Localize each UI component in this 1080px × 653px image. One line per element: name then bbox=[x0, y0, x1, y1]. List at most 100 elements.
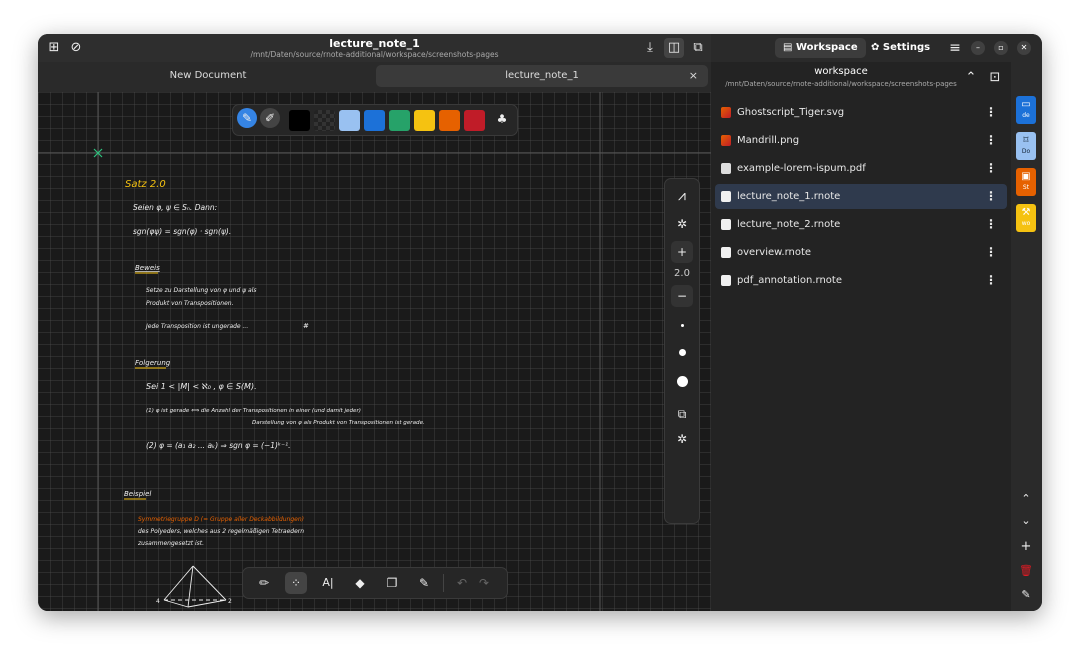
brush-icon[interactable]: ✏ bbox=[253, 572, 275, 594]
divider bbox=[443, 574, 444, 592]
color-swatch[interactable] bbox=[414, 110, 435, 131]
file-row[interactable]: Ghostscript_Tiger.svg ⋮ bbox=[715, 100, 1007, 125]
undo-icon[interactable]: ↶ bbox=[451, 572, 473, 594]
workspace-button-do[interactable]: ⌑ Do bbox=[1016, 132, 1036, 160]
workspace-icon: ⌑ bbox=[1023, 135, 1029, 146]
workspace-button-de[interactable]: ▭ de bbox=[1016, 96, 1036, 124]
split-view-icon[interactable]: ◫ bbox=[664, 38, 684, 58]
workspace-abbr: wo bbox=[1021, 220, 1031, 227]
color-swatch[interactable] bbox=[389, 110, 410, 131]
file-name: example-lorem-ispum.pdf bbox=[737, 163, 866, 174]
eraser-icon[interactable]: ◆ bbox=[349, 572, 371, 594]
file-row[interactable]: example-lorem-ispum.pdf ⋮ bbox=[715, 156, 1007, 181]
tab-new-document[interactable]: New Document bbox=[42, 65, 374, 87]
selector-icon[interactable]: ❐ bbox=[381, 572, 403, 594]
redo-icon[interactable]: ↷ bbox=[473, 572, 495, 594]
typewriter-icon[interactable]: A| bbox=[317, 572, 339, 594]
tab-lecture-note-1[interactable]: lecture_note_1 × bbox=[376, 65, 708, 87]
download-icon[interactable]: ⤓ bbox=[642, 40, 658, 56]
file-menu-icon[interactable]: ⋮ bbox=[985, 212, 997, 237]
chevron-up-icon[interactable]: ⌃ bbox=[963, 70, 979, 86]
workspace-icon: ▭ bbox=[1021, 99, 1031, 110]
width-increase-button[interactable]: + bbox=[671, 241, 693, 263]
file-row[interactable]: lecture_note_1.rnote ⋮ bbox=[715, 184, 1007, 209]
workspace-name: workspace bbox=[814, 66, 868, 77]
color-swatch[interactable] bbox=[314, 110, 335, 131]
file-menu-icon[interactable]: ⋮ bbox=[985, 268, 997, 293]
width-small-dot[interactable] bbox=[681, 324, 684, 327]
maximize-icon[interactable]: ▫ bbox=[994, 41, 1008, 55]
workspace-button-st[interactable]: ▣ St bbox=[1016, 168, 1036, 196]
rnote-file-icon bbox=[721, 275, 731, 286]
width-large-dot[interactable] bbox=[677, 376, 688, 387]
headerbar: ⊞ ⊘ lecture_note_1 /mnt/Daten/source/rno… bbox=[38, 34, 711, 62]
new-document-icon[interactable]: ⊞ bbox=[46, 40, 62, 56]
shape-select-icon[interactable]: ⧉ bbox=[671, 403, 693, 425]
image-file-icon bbox=[721, 135, 731, 146]
file-row[interactable]: Mandrill.png ⋮ bbox=[715, 128, 1007, 153]
file-menu-icon[interactable]: ⋮ bbox=[985, 156, 997, 181]
file-menu-icon[interactable]: ⋮ bbox=[985, 100, 997, 125]
pen-style-bar: ✎ ✐ ♣ bbox=[232, 104, 518, 136]
workspace-abbr: Do bbox=[1021, 148, 1031, 155]
zoom-page-icon[interactable]: ⧉ bbox=[690, 40, 706, 56]
note-line: des Polyeders, welches aus 2 regelmäßige… bbox=[138, 528, 304, 535]
color-swatch[interactable] bbox=[364, 110, 385, 131]
delete-workspace-icon[interactable]: 🗑 bbox=[1016, 562, 1036, 580]
edit-workspace-icon[interactable]: ✎ bbox=[1016, 586, 1036, 604]
add-workspace-icon[interactable]: + bbox=[1016, 538, 1036, 556]
settings-button[interactable]: ✿ Settings bbox=[863, 38, 938, 58]
pen-shape-icon[interactable]: ⩘ bbox=[671, 185, 693, 207]
workspace-icon: ⚒ bbox=[1021, 207, 1031, 218]
file-name: pdf_annotation.rnote bbox=[737, 275, 842, 286]
color-swatch[interactable] bbox=[339, 110, 360, 131]
move-up-icon[interactable]: ⌃ bbox=[1016, 490, 1036, 508]
color-swatch[interactable] bbox=[439, 110, 460, 131]
file-name: lecture_note_1.rnote bbox=[737, 191, 841, 202]
stroke-width-value: 2.0 bbox=[674, 268, 690, 279]
note-line: Symmetriegruppe D (= Gruppe aller Deckab… bbox=[138, 516, 304, 523]
handwritten-note: Satz 2.0 Seien φ, ψ ∈ Sₙ. Dann: sgn(φψ) … bbox=[38, 92, 711, 611]
bottom-toolbar: ✏ ⁘ A| ◆ ❐ ✎ ↶ ↷ bbox=[242, 567, 508, 599]
workspace-abbr: de bbox=[1022, 112, 1030, 119]
menu-icon[interactable]: ≡ bbox=[947, 40, 963, 56]
workspace-settings-icon[interactable]: ⊡ bbox=[987, 70, 1003, 86]
eye-off-icon[interactable]: ⊘ bbox=[68, 40, 84, 56]
drawing-canvas[interactable]: Satz 2.0 Seien φ, ψ ∈ Sₙ. Dann: sgn(φψ) … bbox=[38, 92, 711, 611]
shaper-icon[interactable]: ⁘ bbox=[285, 572, 307, 594]
width-medium-dot[interactable] bbox=[679, 349, 686, 356]
note-line: Seien φ, ψ ∈ Sₙ. Dann: bbox=[133, 203, 217, 212]
note-line: Jede Transposition ist ungerade ... bbox=[145, 323, 248, 330]
file-row[interactable]: lecture_note_2.rnote ⋮ bbox=[715, 212, 1007, 237]
workspace-button-wo[interactable]: ⚒ wo bbox=[1016, 204, 1036, 232]
close-icon[interactable]: ✕ bbox=[1017, 41, 1031, 55]
note-line: Sei 1 < |M| < ℵ₀ , φ ∈ S(M). bbox=[146, 382, 257, 391]
app-window: ⊞ ⊘ lecture_note_1 /mnt/Daten/source/rno… bbox=[38, 34, 1042, 611]
gear-icon: ✿ bbox=[871, 42, 883, 53]
brush-style-icon[interactable]: ✎ bbox=[237, 108, 257, 128]
workspace-button[interactable]: ▤ Workspace bbox=[775, 38, 866, 58]
note-line: sgn(φψ) = sgn(φ) · sgn(ψ). bbox=[133, 227, 231, 236]
file-row[interactable]: overview.rnote ⋮ bbox=[715, 240, 1007, 265]
file-menu-icon[interactable]: ⋮ bbox=[985, 128, 997, 153]
file-menu-icon[interactable]: ⋮ bbox=[985, 184, 997, 209]
color-picker-icon[interactable]: ♣ bbox=[491, 108, 513, 130]
sidebar-headerbar: ▤ Workspace ✿ Settings ≡ – ▫ ✕ bbox=[711, 34, 1042, 62]
tab-close-icon[interactable]: × bbox=[689, 65, 698, 87]
pen-settings-icon[interactable]: ✲ bbox=[671, 213, 693, 235]
file-name: overview.rnote bbox=[737, 247, 812, 258]
tools-icon[interactable]: ✎ bbox=[413, 572, 435, 594]
color-swatch[interactable] bbox=[289, 110, 310, 131]
minimize-icon[interactable]: – bbox=[971, 41, 985, 55]
file-row[interactable]: pdf_annotation.rnote ⋮ bbox=[715, 268, 1007, 293]
workspace-abbr: St bbox=[1022, 184, 1030, 191]
workspace-path: /mnt/Daten/source/rnote-additional/works… bbox=[725, 80, 957, 88]
file-menu-icon[interactable]: ⋮ bbox=[985, 240, 997, 265]
note-line: (1) φ ist gerade ⟺ die Anzahl der Transp… bbox=[146, 408, 361, 414]
move-down-icon[interactable]: ⌄ bbox=[1016, 512, 1036, 530]
tool-settings-icon[interactable]: ✲ bbox=[671, 428, 693, 450]
color-swatch[interactable] bbox=[464, 110, 485, 131]
marker-style-icon[interactable]: ✐ bbox=[260, 108, 280, 128]
svg-text:4: 4 bbox=[156, 598, 160, 605]
width-decrease-button[interactable]: − bbox=[671, 285, 693, 307]
